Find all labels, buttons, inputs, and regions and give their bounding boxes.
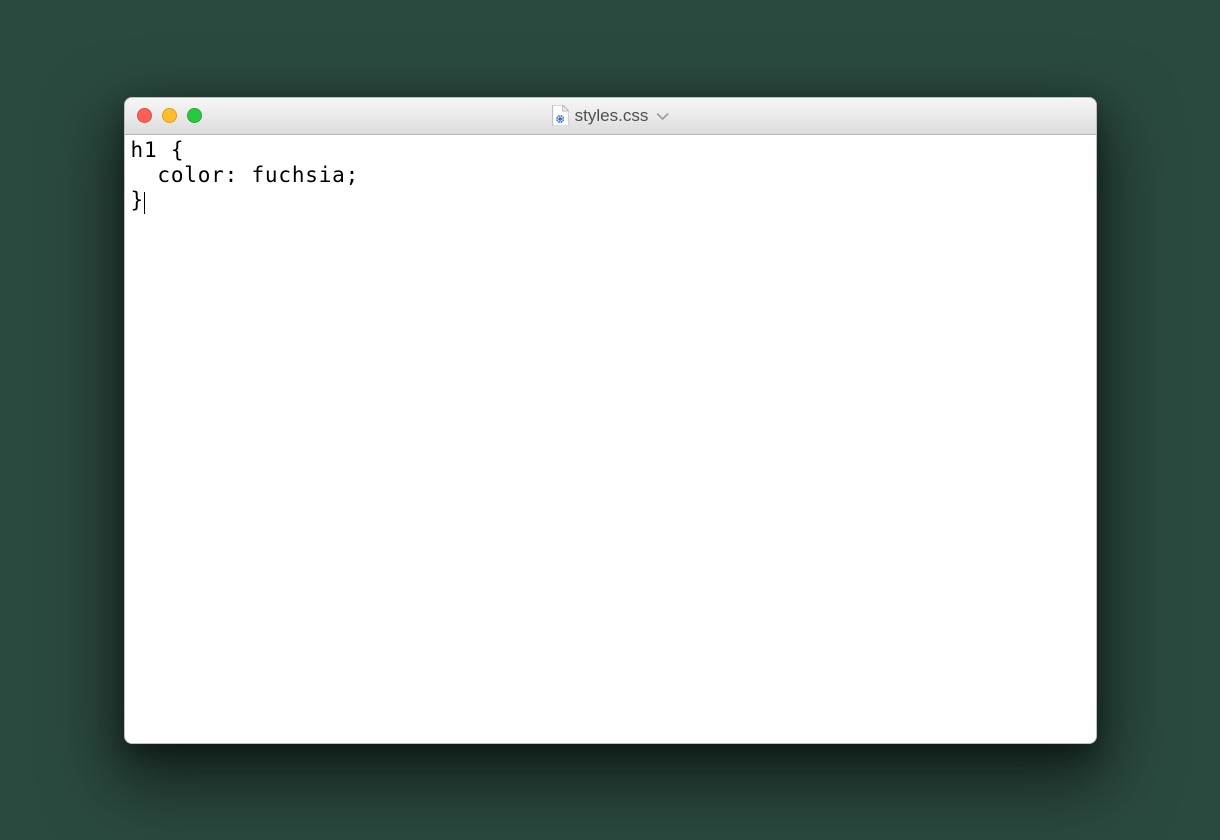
window-title-area[interactable]: styles.css — [552, 105, 669, 126]
code-line-1: h1 { — [131, 138, 185, 162]
app-window: styles.css h1 { color: fuchsia; } — [124, 97, 1097, 744]
window-title: styles.css — [575, 106, 649, 126]
text-editor[interactable]: h1 { color: fuchsia; } — [125, 135, 1096, 743]
window-minimize-button[interactable] — [162, 108, 177, 123]
titlebar[interactable]: styles.css — [125, 98, 1096, 135]
traffic-lights — [137, 108, 202, 123]
window-close-button[interactable] — [137, 108, 152, 123]
code-line-2: color: fuchsia; — [131, 163, 360, 187]
css-file-icon — [552, 105, 569, 126]
window-zoom-button[interactable] — [187, 108, 202, 123]
text-cursor — [144, 192, 146, 214]
chevron-down-icon[interactable] — [656, 108, 668, 124]
code-content[interactable]: h1 { color: fuchsia; } — [131, 138, 1090, 214]
code-line-3: } — [131, 188, 144, 212]
